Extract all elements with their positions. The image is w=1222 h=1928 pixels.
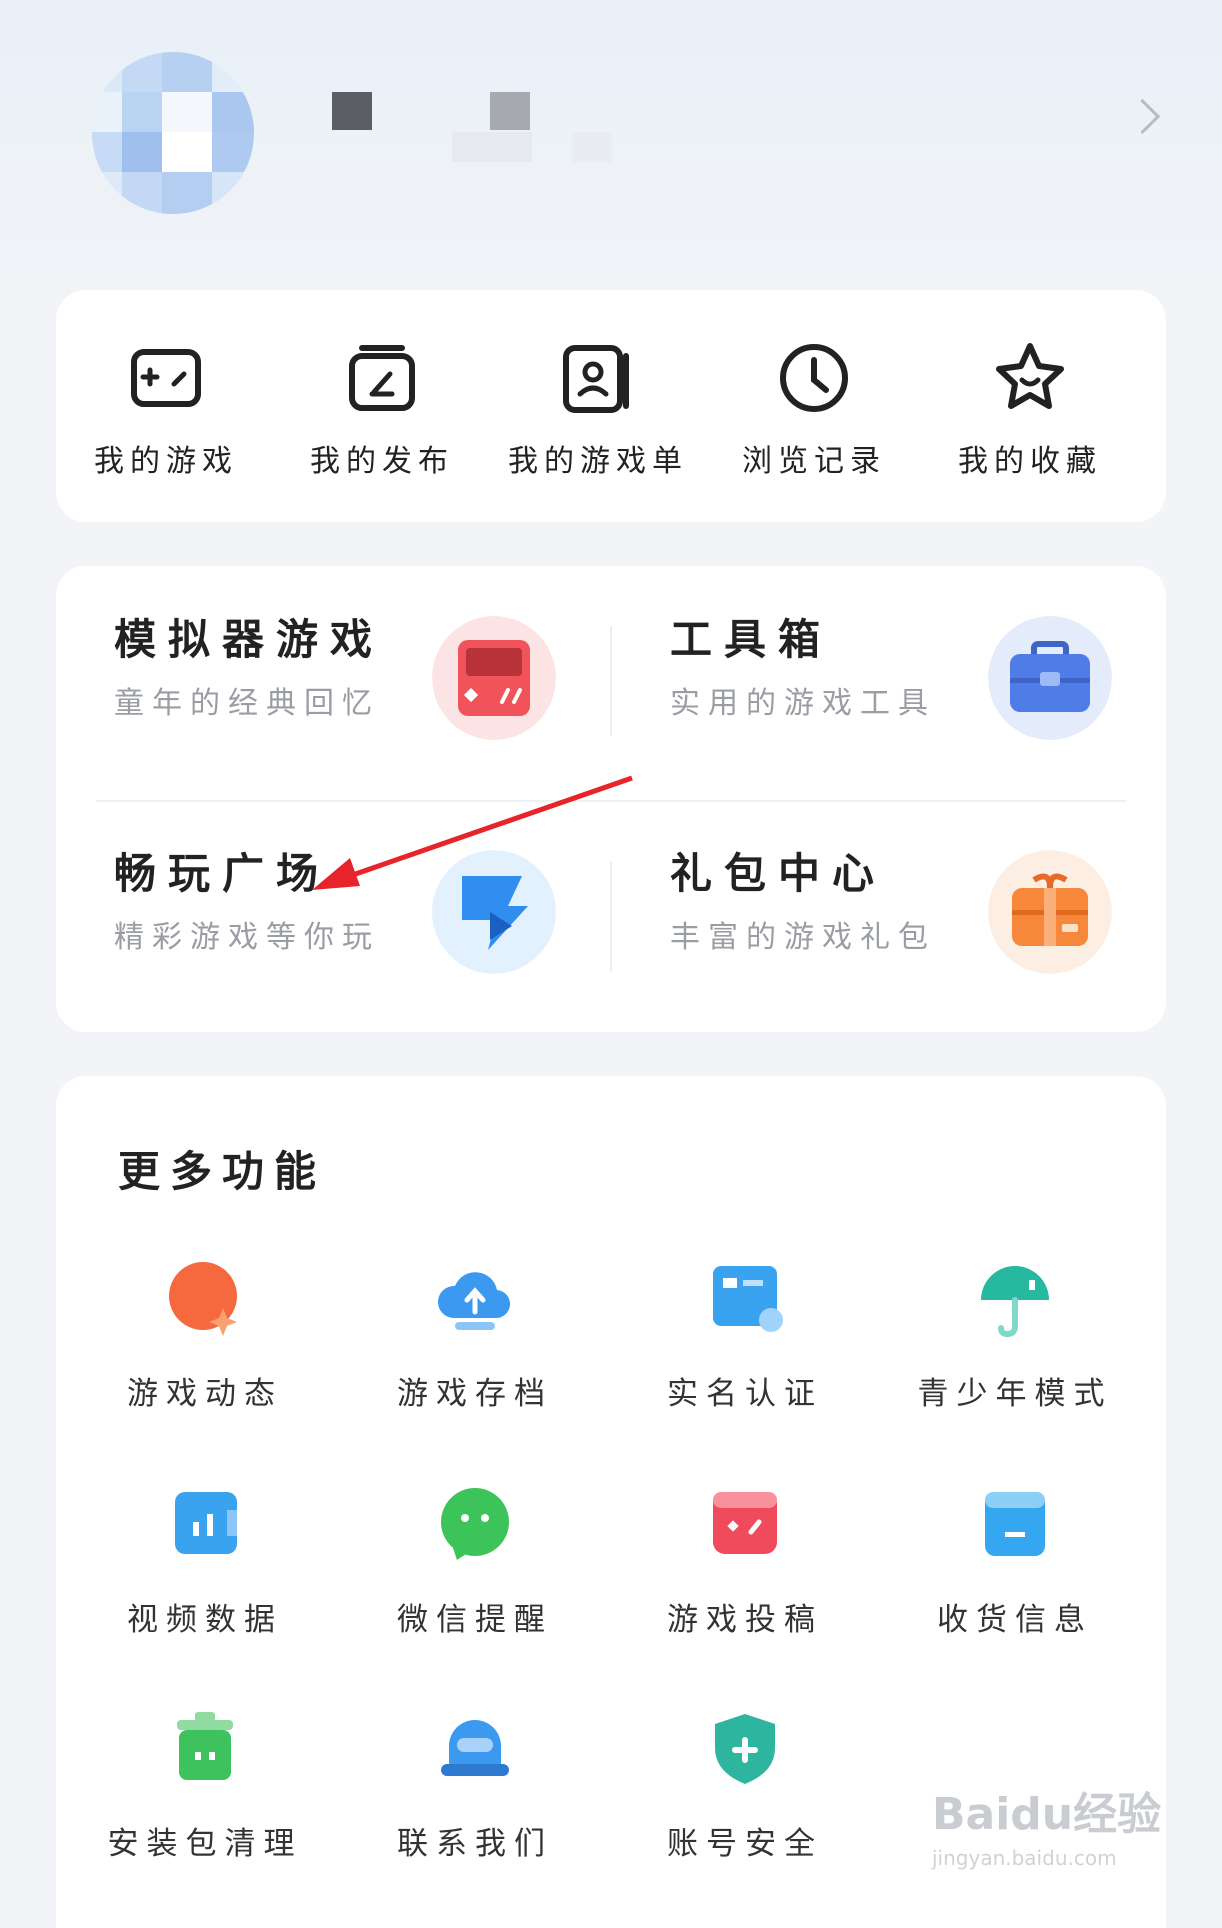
grid-item-label: 游戏投稿	[667, 1602, 823, 1638]
grid-item-label: 微信提醒	[397, 1602, 553, 1638]
feature-title: 畅玩广场	[114, 849, 331, 898]
grid-item-label: 实名认证	[667, 1376, 823, 1412]
avatar[interactable]	[92, 52, 254, 214]
star-icon	[996, 343, 1064, 409]
feature-subtitle: 童年的经典回忆	[114, 686, 380, 721]
grid-item-real-name[interactable]: 实名认证	[620, 1256, 870, 1413]
feature-subtitle: 实用的游戏工具	[670, 686, 936, 721]
quick-link-history[interactable]: 浏览记录	[724, 338, 904, 480]
feature-title: 礼包中心	[670, 849, 887, 898]
grid-item-label: 安装包清理	[107, 1826, 303, 1862]
toolbox-icon	[988, 616, 1112, 740]
grid-item-teen-mode[interactable]: 青少年模式	[890, 1256, 1140, 1413]
quick-link-my-game-list[interactable]: 我的游戏单	[508, 338, 688, 480]
quick-link-label: 浏览记录	[742, 444, 886, 479]
baidu-watermark: Baidu经验 jingyan.baidu.com	[932, 1778, 1162, 1870]
grid-item-label: 青少年模式	[917, 1376, 1113, 1412]
grid-item-wechat-reminder[interactable]: 微信提醒	[350, 1482, 600, 1639]
game-list-icon	[563, 345, 629, 413]
feature-toolbox[interactable]: 工具箱 实用的游戏工具	[612, 566, 1112, 740]
customer-service-icon	[441, 1720, 509, 1776]
username-blurred	[332, 88, 612, 168]
grid-item-contact-us[interactable]: 联系我们	[350, 1706, 600, 1863]
shield-icon	[715, 1714, 775, 1784]
trash-icon	[177, 1712, 233, 1780]
quick-links-card: 我的游戏 我的发布 我的游戏单 浏览记录 我的收藏	[56, 290, 1166, 522]
watermark-title: Baidu经验	[932, 1789, 1162, 1840]
play-square-icon	[432, 850, 556, 974]
section-title: 更多功能	[118, 1147, 327, 1196]
emulator-icon	[432, 616, 556, 740]
grid-item-label: 收货信息	[937, 1602, 1093, 1638]
shipping-info-icon	[985, 1492, 1045, 1556]
watermark-url: jingyan.baidu.com	[932, 1846, 1117, 1870]
game-news-icon	[169, 1262, 237, 1336]
video-data-icon	[175, 1492, 237, 1554]
quick-link-my-posts[interactable]: 我的发布	[292, 338, 472, 480]
publish-icon	[349, 345, 415, 411]
feature-title: 工具箱	[670, 615, 833, 664]
quick-link-label: 我的发布	[310, 444, 454, 479]
gamepad-icon	[131, 349, 201, 407]
feature-gift-center[interactable]: 礼包中心 丰富的游戏礼包	[612, 800, 1112, 974]
grid-item-label: 游戏动态	[127, 1376, 283, 1412]
grid-item-game-news[interactable]: 游戏动态	[80, 1256, 330, 1413]
id-card-icon	[713, 1266, 783, 1332]
grid-item-cloud-save[interactable]: 游戏存档	[350, 1256, 600, 1413]
feature-subtitle: 精彩游戏等你玩	[114, 920, 380, 955]
quick-link-label: 我的收藏	[958, 444, 1102, 479]
grid-item-package-cleanup[interactable]: 安装包清理	[80, 1706, 330, 1863]
grid-item-label: 联系我们	[397, 1826, 553, 1862]
grid-item-label: 视频数据	[127, 1602, 283, 1638]
game-submit-icon	[713, 1492, 777, 1554]
clock-icon	[780, 344, 848, 412]
feature-play-square[interactable]: 畅玩广场 精彩游戏等你玩	[56, 800, 556, 974]
grid-item-video-data[interactable]: 视频数据	[80, 1482, 330, 1639]
grid-item-label: 游戏存档	[397, 1376, 553, 1412]
quick-link-my-games[interactable]: 我的游戏	[76, 338, 256, 480]
features-card: 模拟器游戏 童年的经典回忆 工具箱 实用的游戏工具 畅玩广场 精彩游戏等你玩 礼…	[56, 566, 1166, 1032]
quick-link-label: 我的游戏	[94, 444, 238, 479]
grid-item-account-security[interactable]: 账号安全	[620, 1706, 870, 1863]
cloud-save-icon	[437, 1272, 511, 1330]
gift-icon	[988, 850, 1112, 974]
feature-emulator-games[interactable]: 模拟器游戏 童年的经典回忆	[56, 566, 556, 740]
quick-link-label: 我的游戏单	[508, 444, 688, 479]
feature-title: 模拟器游戏	[114, 615, 385, 664]
quick-link-favorites[interactable]: 我的收藏	[940, 338, 1120, 480]
feature-subtitle: 丰富的游戏礼包	[670, 920, 936, 955]
umbrella-icon	[981, 1266, 1049, 1338]
grid-item-label: 账号安全	[667, 1826, 823, 1862]
grid-item-shipping-info[interactable]: 收货信息	[890, 1482, 1140, 1639]
grid-item-game-submit[interactable]: 游戏投稿	[620, 1482, 870, 1639]
wechat-icon	[441, 1488, 509, 1560]
